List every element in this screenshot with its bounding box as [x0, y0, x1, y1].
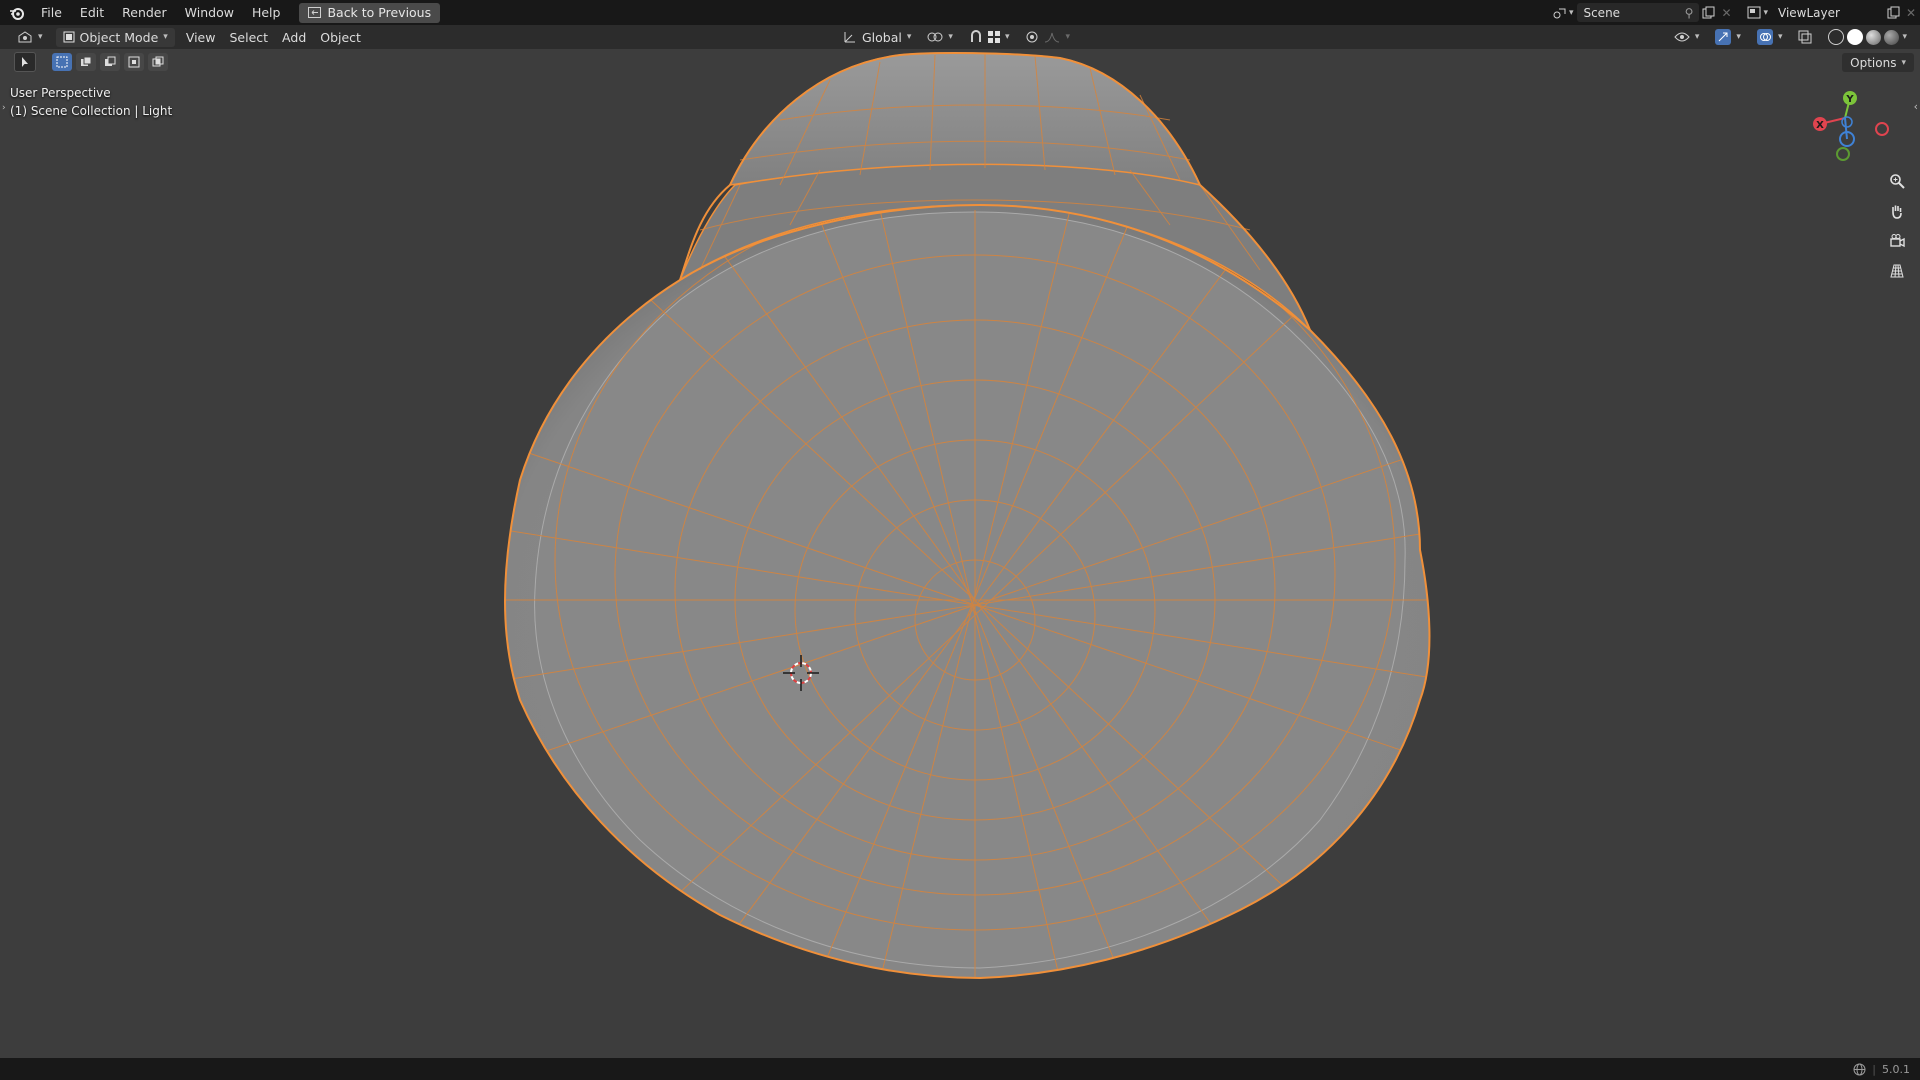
viewport-canvas[interactable] [0, 0, 1920, 1080]
perspective-label: User Perspective [10, 86, 111, 100]
camera-icon[interactable] [1884, 228, 1910, 254]
gizmo-neg-z-axis[interactable] [1841, 116, 1853, 128]
gizmo-y-label: Y [1845, 94, 1854, 105]
globe-icon [1853, 1063, 1866, 1075]
status-bar: | 5.0.1 [0, 1058, 1920, 1080]
navigation-gizmo[interactable]: X Y [1800, 86, 1890, 166]
gizmo-neg-y-axis[interactable] [1836, 147, 1850, 161]
status-divider: | [1872, 1062, 1876, 1076]
gizmo-x-label: X [1816, 120, 1824, 131]
gizmo-neg-x-axis[interactable] [1875, 122, 1889, 136]
version-label: 5.0.1 [1882, 1062, 1910, 1076]
sidebar-toggle-icon[interactable]: ‹ [1914, 100, 1918, 113]
collection-label: (1) Scene Collection | Light [10, 104, 173, 118]
ortho-grid-icon[interactable] [1884, 258, 1910, 284]
pan-icon[interactable] [1884, 198, 1910, 224]
expand-chevron-icon[interactable]: › [2, 103, 6, 113]
zoom-icon[interactable] [1884, 168, 1910, 194]
